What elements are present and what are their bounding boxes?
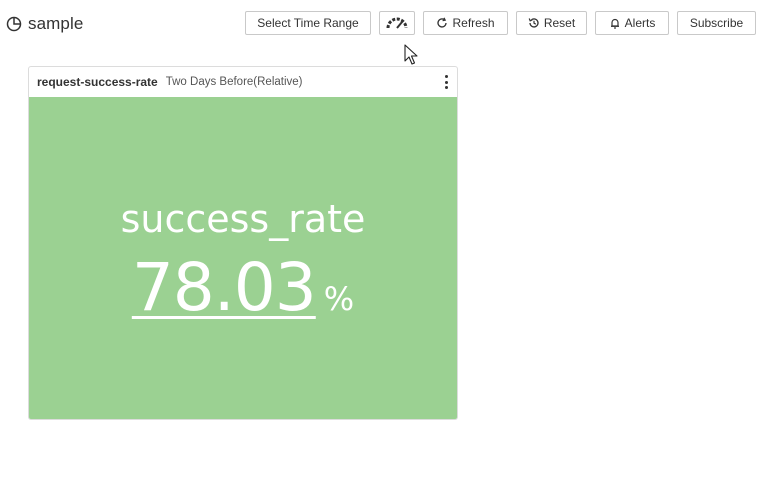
pie-chart-icon xyxy=(6,16,22,32)
metric-unit: % xyxy=(323,280,355,318)
subscribe-button[interactable]: Subscribe xyxy=(677,11,756,35)
refresh-label: Refresh xyxy=(452,16,495,30)
singlestat-panel: request-success-rate Two Days Before(Rel… xyxy=(28,66,458,420)
panel-header: request-success-rate Two Days Before(Rel… xyxy=(29,67,457,97)
refresh-button[interactable]: Refresh xyxy=(423,11,508,35)
reset-label: Reset xyxy=(543,16,576,30)
kebab-menu-icon[interactable] xyxy=(443,75,449,89)
panel-body: success_rate 78.03 % xyxy=(29,97,457,419)
metric-value[interactable]: 78.03 xyxy=(132,249,317,326)
alerts-label: Alerts xyxy=(624,16,656,30)
metric-name: success_rate xyxy=(120,197,366,241)
select-time-range-button[interactable]: Select Time Range xyxy=(245,11,371,35)
metric-value-group: 78.03 % xyxy=(29,249,457,326)
refresh-icon xyxy=(436,17,448,29)
dashboard-title-text: sample xyxy=(28,14,84,33)
alerts-button[interactable]: Alerts xyxy=(595,11,669,35)
dashboard-title: sample xyxy=(6,12,83,36)
mouse-cursor-icon xyxy=(404,44,418,66)
dashboard-header: sample Select Time Range Refresh Reset A… xyxy=(0,0,762,46)
history-icon xyxy=(528,17,540,29)
subscribe-label: Subscribe xyxy=(689,16,744,30)
auto-refresh-button[interactable] xyxy=(379,11,415,35)
bell-icon xyxy=(609,17,621,29)
panel-time-range: Two Days Before(Relative) xyxy=(165,76,303,88)
gauge-icon xyxy=(386,16,408,30)
reset-button[interactable]: Reset xyxy=(516,11,587,35)
select-time-range-label: Select Time Range xyxy=(257,16,359,30)
panel-title: request-success-rate xyxy=(37,75,158,89)
